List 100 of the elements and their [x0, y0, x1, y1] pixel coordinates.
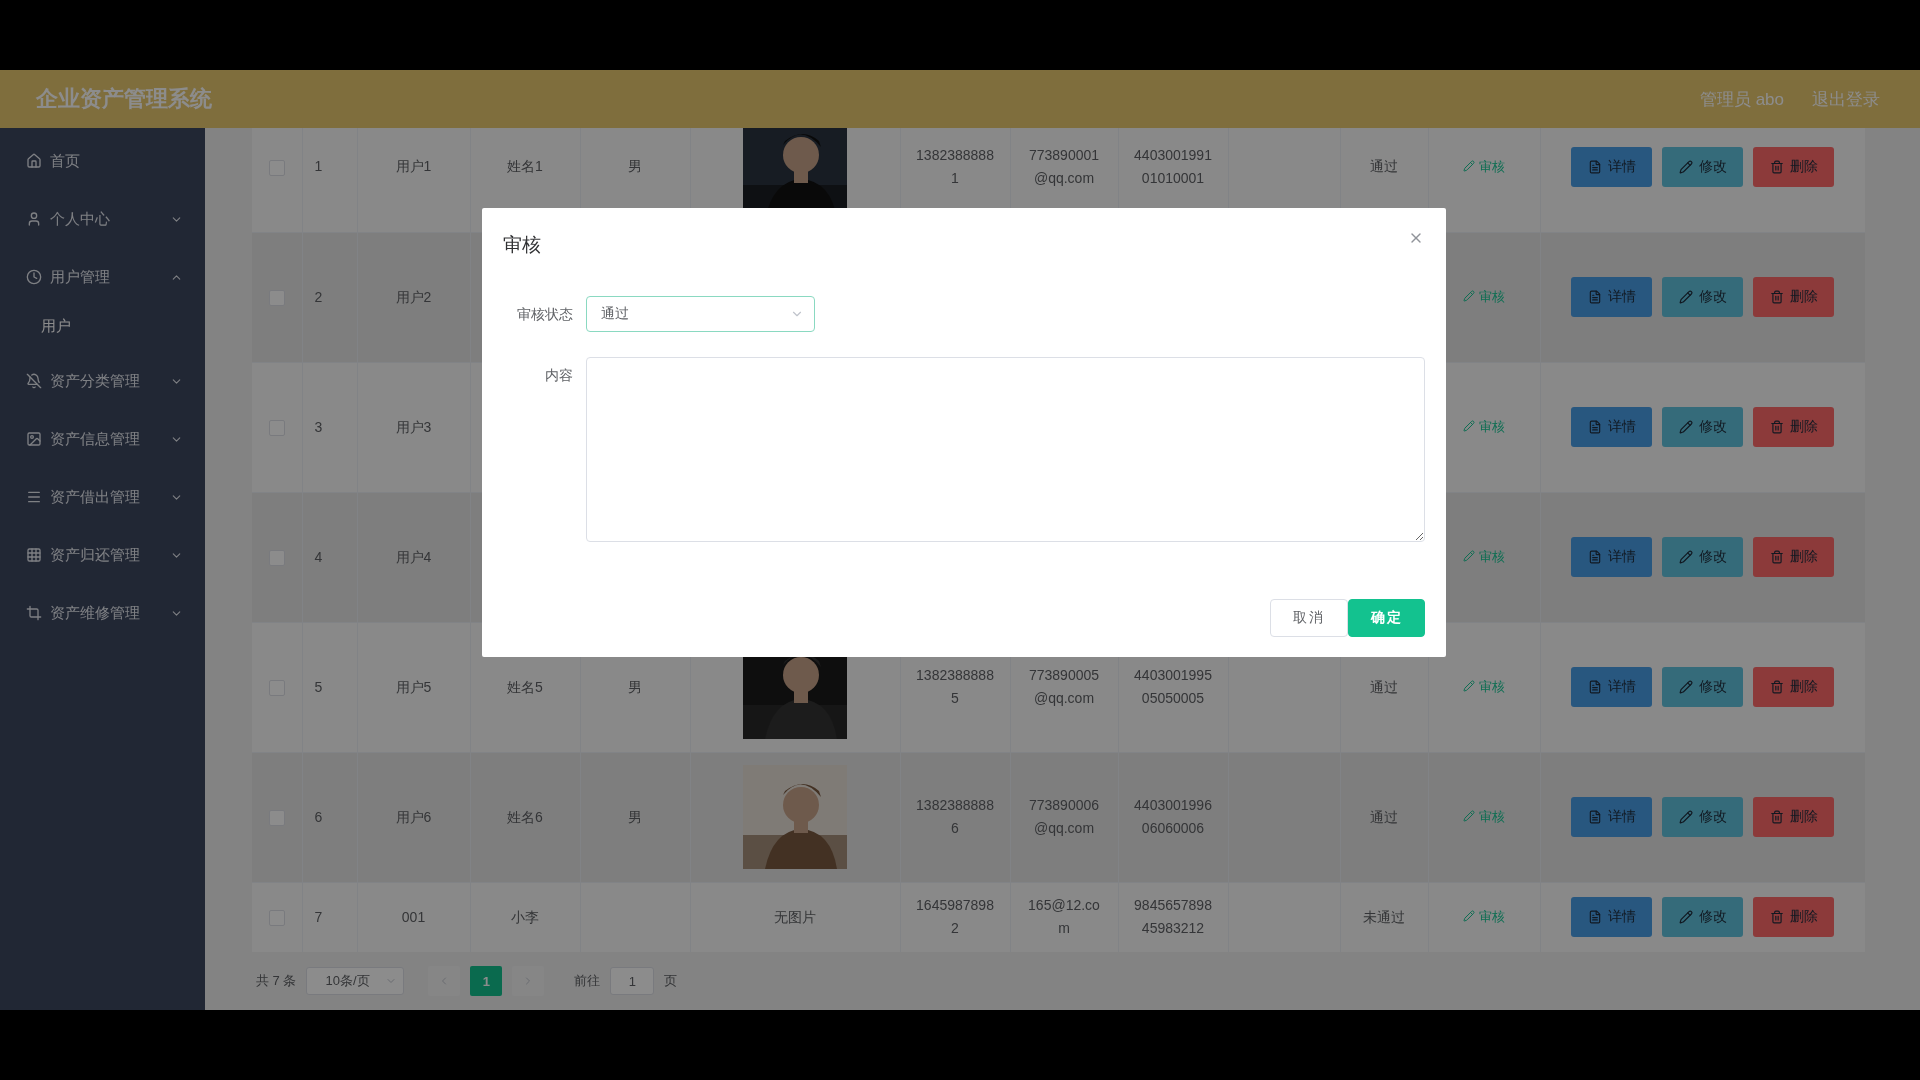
id-card-cell: 440300199505050005	[1134, 667, 1212, 706]
email-cell: 773890006@qq.com	[1028, 797, 1100, 836]
delete-button[interactable]: 删除	[1753, 897, 1834, 937]
app-title: 企业资产管理系统	[36, 85, 212, 113]
pencil-icon	[1678, 550, 1693, 564]
phone-cell: 13823888886	[916, 797, 994, 836]
edit-button[interactable]: 修改	[1662, 897, 1743, 937]
audit-link[interactable]: 审核	[1463, 414, 1505, 438]
menu-item[interactable]: 资产归还管理	[0, 526, 205, 584]
menu-item[interactable]: 资产借出管理	[0, 468, 205, 526]
page-size-select[interactable]: 10条/页	[306, 967, 405, 995]
content-textarea[interactable]	[586, 357, 1425, 542]
audit-link[interactable]: 审核	[1463, 674, 1505, 698]
menu-item[interactable]: 个人中心	[0, 190, 205, 248]
username-cell: 用户1	[395, 158, 432, 175]
details-button[interactable]: 详情	[1571, 537, 1652, 577]
status-cell: 通过	[1370, 808, 1398, 825]
page-button[interactable]: 1	[470, 966, 503, 996]
menu-item[interactable]: 首页	[0, 132, 205, 190]
crop-icon	[26, 605, 42, 621]
status-cell: 通过	[1370, 158, 1398, 175]
id-card-cell: 440300199101010001	[1134, 146, 1212, 186]
row-index: 4	[314, 548, 323, 565]
no-image-text: 无图片	[774, 908, 816, 925]
email-cell: 773890001@qq.com	[1028, 146, 1100, 186]
pencil-icon	[1463, 290, 1475, 303]
gender-cell: 男	[628, 158, 642, 175]
document-icon	[1587, 910, 1602, 924]
details-button[interactable]: 详情	[1571, 897, 1652, 937]
edit-button[interactable]: 修改	[1662, 407, 1743, 447]
document-icon	[1587, 810, 1602, 824]
delete-button[interactable]: 删除	[1753, 146, 1834, 187]
document-icon	[1587, 550, 1602, 564]
phone-cell: 13823888885	[916, 667, 994, 706]
status-select[interactable]: 通过	[586, 296, 815, 332]
details-button[interactable]: 详情	[1571, 146, 1652, 187]
audit-link[interactable]: 审核	[1463, 804, 1505, 828]
dialog-title: 审核	[503, 233, 541, 257]
trash-icon	[1769, 680, 1784, 694]
pencil-icon	[1463, 680, 1475, 693]
details-button[interactable]: 详情	[1571, 407, 1652, 447]
edit-button[interactable]: 修改	[1662, 667, 1743, 707]
bell-off-icon	[26, 373, 42, 389]
menu-label: 首页	[50, 151, 80, 171]
delete-button[interactable]: 删除	[1753, 537, 1834, 577]
document-icon	[1587, 290, 1602, 304]
name-cell: 姓名5	[507, 678, 543, 695]
row-index: 5	[314, 678, 323, 695]
audit-link[interactable]: 审核	[1463, 154, 1505, 178]
confirm-button[interactable]: 确定	[1348, 599, 1425, 637]
details-button[interactable]: 详情	[1571, 277, 1652, 317]
delete-button[interactable]: 删除	[1753, 277, 1834, 317]
name-cell: 小李	[511, 908, 539, 925]
username-cell: 用户6	[395, 808, 432, 825]
username-cell: 用户4	[395, 548, 432, 565]
menu-item[interactable]: 资产维修管理	[0, 584, 205, 642]
page-input[interactable]: 1	[610, 967, 655, 995]
document-icon	[1587, 680, 1602, 694]
username-cell: 001	[401, 908, 426, 925]
phone-cell: 13823888881	[916, 146, 994, 186]
details-button[interactable]: 详情	[1571, 667, 1652, 707]
pencil-icon	[1463, 550, 1475, 563]
username-cell: 用户5	[395, 678, 432, 695]
audit-link[interactable]: 审核	[1463, 284, 1505, 308]
user-name: 管理员 abo	[1699, 88, 1784, 111]
edit-button[interactable]: 修改	[1662, 146, 1743, 187]
home-icon	[26, 153, 42, 169]
row-index: 1	[314, 158, 323, 175]
audit-link[interactable]: 审核	[1463, 904, 1505, 928]
logout-link[interactable]: 退出登录	[1812, 87, 1880, 111]
menu-label: 资产分类管理	[50, 371, 140, 391]
name-cell: 姓名6	[507, 808, 543, 825]
menu-label: 个人中心	[50, 209, 110, 229]
pencil-icon	[1463, 810, 1475, 823]
pencil-icon	[1463, 160, 1475, 172]
menu-item[interactable]: 资产分类管理	[0, 352, 205, 410]
id-card-cell: 440300199606060006	[1134, 797, 1212, 836]
edit-button[interactable]: 修改	[1662, 277, 1743, 317]
delete-button[interactable]: 删除	[1753, 667, 1834, 707]
pencil-icon	[1678, 420, 1693, 434]
audit-link[interactable]: 审核	[1463, 544, 1505, 568]
pencil-icon	[1678, 290, 1693, 304]
trash-icon	[1769, 420, 1784, 434]
row-index: 6	[314, 808, 323, 825]
menu-label: 资产借出管理	[50, 487, 140, 507]
delete-button[interactable]: 删除	[1753, 407, 1834, 447]
cancel-button[interactable]: 取消	[1270, 599, 1348, 637]
gender-cell: 男	[628, 808, 642, 825]
edit-button[interactable]: 修改	[1662, 537, 1743, 577]
delete-button[interactable]: 删除	[1753, 797, 1834, 837]
goto-label: 前往	[574, 972, 601, 990]
trash-icon	[1769, 910, 1784, 924]
details-button[interactable]: 详情	[1571, 797, 1652, 837]
trash-icon	[1769, 550, 1784, 564]
menu-label: 资产归还管理	[50, 545, 140, 565]
menu-item[interactable]: 资产信息管理	[0, 410, 205, 468]
trash-icon	[1769, 810, 1784, 824]
edit-button[interactable]: 修改	[1662, 797, 1743, 837]
field-label: 内容	[544, 366, 573, 385]
menu-label: 资产信息管理	[50, 429, 140, 449]
